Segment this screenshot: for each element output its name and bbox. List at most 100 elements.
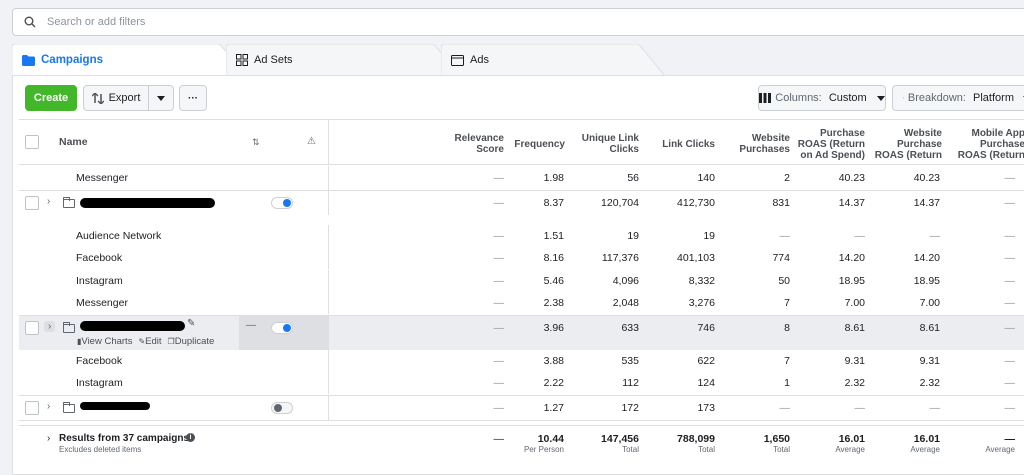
- cell-freq: 3.96: [509, 322, 564, 334]
- sort-icon[interactable]: ⇅: [252, 137, 260, 148]
- cell-roas: 2.32: [799, 377, 865, 389]
- tab-ad-sets[interactable]: Ad Sets: [226, 44, 466, 76]
- breakdown-name: Facebook: [76, 355, 122, 367]
- cell-mroas: —: [949, 172, 1015, 184]
- column-mobile-app-purchase-roas[interactable]: Mobile App Purchase ROAS (Return: [951, 126, 1024, 162]
- view-charts-link-label: View Charts: [81, 336, 132, 347]
- cell-lc: 173: [649, 402, 715, 414]
- cell-wroas: 7.00: [874, 297, 940, 309]
- totals-relevance: —: [464, 433, 504, 445]
- tab-campaigns[interactable]: Campaigns: [12, 44, 252, 76]
- campaign-toggle[interactable]: [271, 402, 293, 414]
- duplicate-link[interactable]: ❐Duplicate: [168, 336, 215, 347]
- totals-label: Results from 37 campaigns: [59, 433, 189, 444]
- cell-wroas: 2.32: [874, 377, 940, 389]
- cell-lc: 412,730: [649, 197, 715, 209]
- view-charts-link[interactable]: ▮View Charts: [77, 336, 132, 347]
- folder-icon: [63, 404, 75, 413]
- campaign-row[interactable]: ›—1.27172173————: [19, 396, 1024, 420]
- more-options-button[interactable]: ···: [179, 85, 207, 111]
- tab-ads[interactable]: Ads: [441, 44, 671, 76]
- cell-rel: —: [464, 355, 504, 367]
- cell-mroas: —: [949, 297, 1015, 309]
- columns-value: Custom: [829, 92, 867, 104]
- column-divider: [328, 292, 329, 314]
- cell-ulc: 172: [574, 402, 639, 414]
- row-checkbox[interactable]: [25, 321, 39, 335]
- column-frequency[interactable]: Frequency: [511, 126, 565, 162]
- cell-roas: 18.95: [799, 275, 865, 287]
- column-name[interactable]: Name: [59, 136, 88, 148]
- grid-icon: [236, 54, 248, 66]
- cell-freq: 1.98: [509, 172, 564, 184]
- row-checkbox[interactable]: [25, 196, 39, 210]
- export-dropdown-button[interactable]: [148, 85, 174, 111]
- cell-roas: 7.00: [799, 297, 865, 309]
- breakdown-name: Instagram: [76, 275, 123, 287]
- breakdown-row[interactable]: Messenger—2.382,0483,27677.007.00—: [19, 292, 1024, 314]
- cell-mroas: —: [949, 252, 1015, 264]
- delivery-dash: —: [246, 320, 256, 331]
- breakdown-row[interactable]: Instagram—5.464,0968,3325018.9518.95—: [19, 270, 1024, 292]
- breakdown-button[interactable]: Breakdown: Platform: [892, 85, 1024, 111]
- more-icon: ···: [188, 93, 198, 104]
- totals-purchase-roas: 16.01: [799, 433, 865, 445]
- totals-frequency: 10.44: [509, 433, 564, 445]
- chevron-right-icon[interactable]: ›: [47, 433, 50, 444]
- search-input[interactable]: [47, 16, 447, 28]
- cell-lc: 3,276: [649, 297, 715, 309]
- column-website-purchase-roas[interactable]: Website Purchase ROAS (Return: [872, 126, 942, 162]
- campaign-toggle[interactable]: [271, 322, 293, 334]
- search-icon: [13, 16, 47, 28]
- cell-rel: —: [464, 377, 504, 389]
- export-icon: [92, 93, 104, 104]
- column-divider: [328, 225, 329, 247]
- cell-lc: 19: [649, 230, 715, 242]
- cell-rel: —: [464, 402, 504, 414]
- campaign-toggle[interactable]: [271, 197, 293, 209]
- caret-down-icon: [157, 96, 165, 101]
- row-divider: [19, 190, 1024, 191]
- redacted-campaign-name: [80, 402, 150, 410]
- breakdown-name: Messenger: [76, 297, 128, 309]
- breakdown-row[interactable]: Messenger—1.9856140240.2340.23—: [19, 166, 1024, 190]
- cell-mroas: —: [949, 197, 1015, 209]
- select-all-checkbox[interactable]: [25, 135, 39, 149]
- cell-rel: —: [464, 297, 504, 309]
- chevron-right-icon[interactable]: ›: [44, 321, 55, 332]
- column-link-clicks[interactable]: Link Clicks: [649, 126, 715, 162]
- cell-rel: —: [464, 172, 504, 184]
- search-bar[interactable]: [12, 8, 1024, 36]
- pencil-icon[interactable]: ✎: [187, 318, 195, 329]
- info-icon[interactable]: i: [186, 433, 195, 442]
- cell-wroas: —: [874, 230, 940, 242]
- column-unique-link-clicks[interactable]: Unique Link Clicks: [575, 126, 639, 162]
- breakdown-value: Platform: [973, 92, 1014, 104]
- totals-row: › Results from 37 campaigns i Excludes d…: [19, 426, 1024, 466]
- breakdown-row[interactable]: Facebook—3.8853562279.319.31—: [19, 350, 1024, 372]
- cell-mroas: —: [949, 377, 1015, 389]
- create-button[interactable]: Create: [25, 85, 77, 111]
- export-button[interactable]: Export: [83, 85, 149, 111]
- chevron-right-icon[interactable]: ›: [47, 196, 50, 207]
- column-purchase-roas[interactable]: Purchase ROAS (Return on Ad Spend): [789, 126, 865, 162]
- column-relevance-score[interactable]: Relevance Score: [439, 126, 504, 162]
- totals-mobile-roas: —: [949, 433, 1015, 445]
- cell-roas: 14.20: [799, 252, 865, 264]
- breakdown-row[interactable]: Facebook—8.16117,376401,10377414.2014.20…: [19, 247, 1024, 269]
- row-checkbox[interactable]: [25, 401, 39, 415]
- column-divider: [328, 270, 329, 292]
- columns-button[interactable]: Columns: Custom: [758, 85, 886, 111]
- chevron-right-icon[interactable]: ›: [47, 401, 50, 412]
- breakdown-row[interactable]: Audience Network—1.511919————: [19, 225, 1024, 247]
- column-website-purchases[interactable]: Website Purchases: [724, 126, 790, 162]
- tab-campaigns-label: Campaigns: [41, 54, 103, 66]
- cell-freq: 1.27: [509, 402, 564, 414]
- totals-link-clicks-sub: Total: [649, 445, 715, 454]
- cell-wroas: 40.23: [874, 172, 940, 184]
- edit-link[interactable]: ✎Edit: [138, 336, 161, 347]
- cell-wroas: 9.31: [874, 355, 940, 367]
- breakdown-row[interactable]: Instagram—2.2211212412.322.32—: [19, 372, 1024, 394]
- cell-mroas: —: [949, 322, 1015, 334]
- cell-rel: —: [464, 322, 504, 334]
